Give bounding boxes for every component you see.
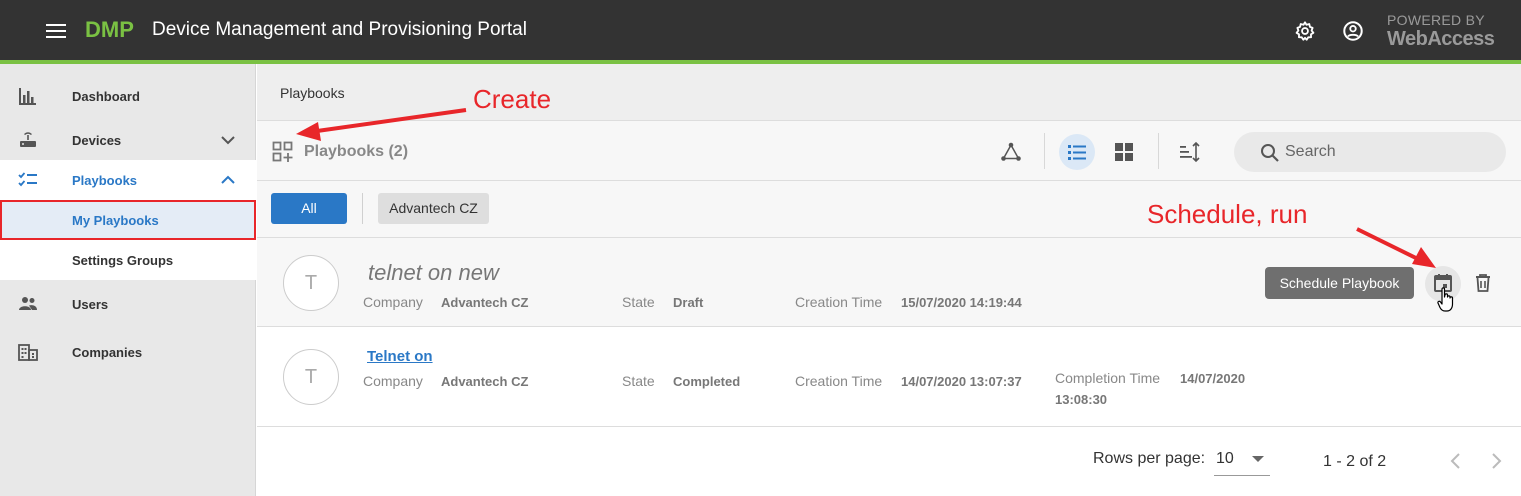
sidebar-item-label: Users bbox=[72, 297, 109, 312]
bar-chart-icon bbox=[19, 88, 36, 105]
sidebar-item-label: Dashboard bbox=[72, 89, 140, 104]
sidebar-item-settings-groups[interactable]: Settings Groups bbox=[0, 240, 256, 280]
sidebar-item-playbooks[interactable]: Playbooks bbox=[0, 160, 256, 200]
breadcrumb: Playbooks bbox=[280, 85, 345, 101]
search-box[interactable] bbox=[1234, 132, 1506, 172]
company-label: Company bbox=[363, 294, 423, 310]
search-input[interactable] bbox=[1285, 142, 1485, 162]
creation-time-value: 15/07/2020 14:19:44 bbox=[901, 295, 1022, 310]
router-icon bbox=[20, 132, 36, 147]
state-value: Completed bbox=[673, 374, 741, 389]
rows-per-page-value: 10 bbox=[1216, 450, 1234, 467]
checklist-icon bbox=[18, 172, 37, 187]
chevron-up-icon[interactable] bbox=[220, 172, 236, 188]
filter-divider bbox=[362, 193, 363, 224]
state-label: State bbox=[622, 373, 655, 389]
avatar: T bbox=[283, 349, 339, 405]
toolbar-divider bbox=[1044, 133, 1045, 169]
chevron-right-icon[interactable] bbox=[1488, 452, 1504, 470]
playbook-row[interactable]: T Telnet on Company Advantech CZ State C… bbox=[257, 327, 1521, 427]
powered-by-logo: POWERED BY WebAccess bbox=[1387, 12, 1495, 50]
state-value: Draft bbox=[673, 295, 704, 310]
company-value: Advantech CZ bbox=[441, 295, 529, 310]
playbook-name: telnet on new bbox=[368, 260, 499, 285]
company-label: Company bbox=[363, 373, 423, 389]
list-view-button[interactable] bbox=[1059, 134, 1095, 170]
sidebar: Dashboard Devices Playbooks My Playbooks… bbox=[0, 64, 256, 496]
completion-time-value: 14/07/2020 bbox=[1180, 371, 1246, 386]
brand-logo: DMP bbox=[85, 17, 134, 42]
create-annotation: Create bbox=[473, 84, 552, 114]
schedule-annotation: Schedule, run bbox=[1147, 199, 1308, 229]
creation-time-label: Creation Time bbox=[795, 294, 883, 310]
sidebar-item-my-playbooks[interactable]: My Playbooks bbox=[0, 200, 256, 240]
sidebar-item-label: Playbooks bbox=[72, 173, 138, 188]
creation-time-value: 14/07/2020 13:07:37 bbox=[901, 374, 1022, 389]
rows-per-page-label: Rows per page: bbox=[1093, 450, 1206, 467]
chevron-left-icon[interactable] bbox=[1448, 452, 1464, 470]
completion-time-label: Completion Time bbox=[1055, 370, 1161, 386]
hamburger-icon[interactable] bbox=[46, 24, 66, 38]
sidebar-item-label: Companies bbox=[72, 345, 143, 360]
sidebar-item-dashboard[interactable]: Dashboard bbox=[0, 76, 256, 116]
grid-add-icon[interactable] bbox=[272, 141, 294, 163]
sidebar-item-devices[interactable]: Devices bbox=[0, 120, 256, 160]
toolbar-divider bbox=[1158, 133, 1159, 169]
completion-time-value-cont: 13:08:30 bbox=[1055, 392, 1108, 407]
hand-cursor-icon bbox=[1437, 287, 1454, 312]
app-title: Device Management and Provisioning Porta… bbox=[152, 19, 527, 40]
filter-all-button[interactable]: All bbox=[271, 193, 347, 224]
sidebar-item-label: Settings Groups bbox=[72, 253, 174, 268]
pagination-range: 1 - 2 of 2 bbox=[1323, 453, 1387, 470]
avatar: T bbox=[283, 255, 339, 311]
sidebar-item-companies[interactable]: Companies bbox=[0, 332, 256, 372]
hub-icon bbox=[1001, 142, 1021, 161]
sidebar-item-label: My Playbooks bbox=[72, 213, 159, 228]
sidebar-item-label: Devices bbox=[72, 133, 122, 148]
topology-button[interactable] bbox=[993, 134, 1029, 170]
chevron-down-icon[interactable] bbox=[220, 132, 236, 148]
powered-by-text: POWERED BY bbox=[1387, 12, 1485, 28]
playbooks-count-title: Playbooks (2) bbox=[304, 143, 409, 160]
people-icon bbox=[19, 297, 37, 310]
creation-time-label: Creation Time bbox=[795, 373, 883, 389]
breadcrumb-bar: Playbooks bbox=[257, 64, 1521, 120]
building-icon bbox=[18, 344, 38, 361]
filter-company-chip[interactable]: Advantech CZ bbox=[378, 193, 489, 224]
grid-icon bbox=[1115, 143, 1133, 161]
trash-icon[interactable] bbox=[1472, 272, 1494, 294]
playbooks-toolbar: Playbooks (2) bbox=[257, 120, 1521, 181]
sidebar-item-users[interactable]: Users bbox=[0, 284, 256, 324]
grid-view-button[interactable] bbox=[1106, 134, 1142, 170]
list-icon bbox=[1068, 145, 1086, 160]
account-circle-icon[interactable] bbox=[1342, 20, 1364, 42]
sort-icon bbox=[1180, 141, 1200, 163]
filter-bar: All Advantech CZ bbox=[257, 181, 1521, 238]
state-label: State bbox=[622, 294, 655, 310]
schedule-playbook-tooltip: Schedule Playbook bbox=[1265, 267, 1414, 299]
gear-icon[interactable] bbox=[1294, 20, 1316, 42]
rows-per-page-select[interactable]: 10 bbox=[1214, 443, 1270, 476]
search-icon bbox=[1261, 144, 1279, 162]
powered-by-brand: WebAccess bbox=[1387, 28, 1495, 50]
top-app-bar: DMP Device Management and Provisioning P… bbox=[0, 0, 1521, 60]
company-value: Advantech CZ bbox=[441, 374, 529, 389]
sort-button[interactable] bbox=[1172, 134, 1208, 170]
playbook-name-link[interactable]: Telnet on bbox=[367, 348, 433, 365]
dropdown-arrow-icon bbox=[1252, 456, 1264, 462]
